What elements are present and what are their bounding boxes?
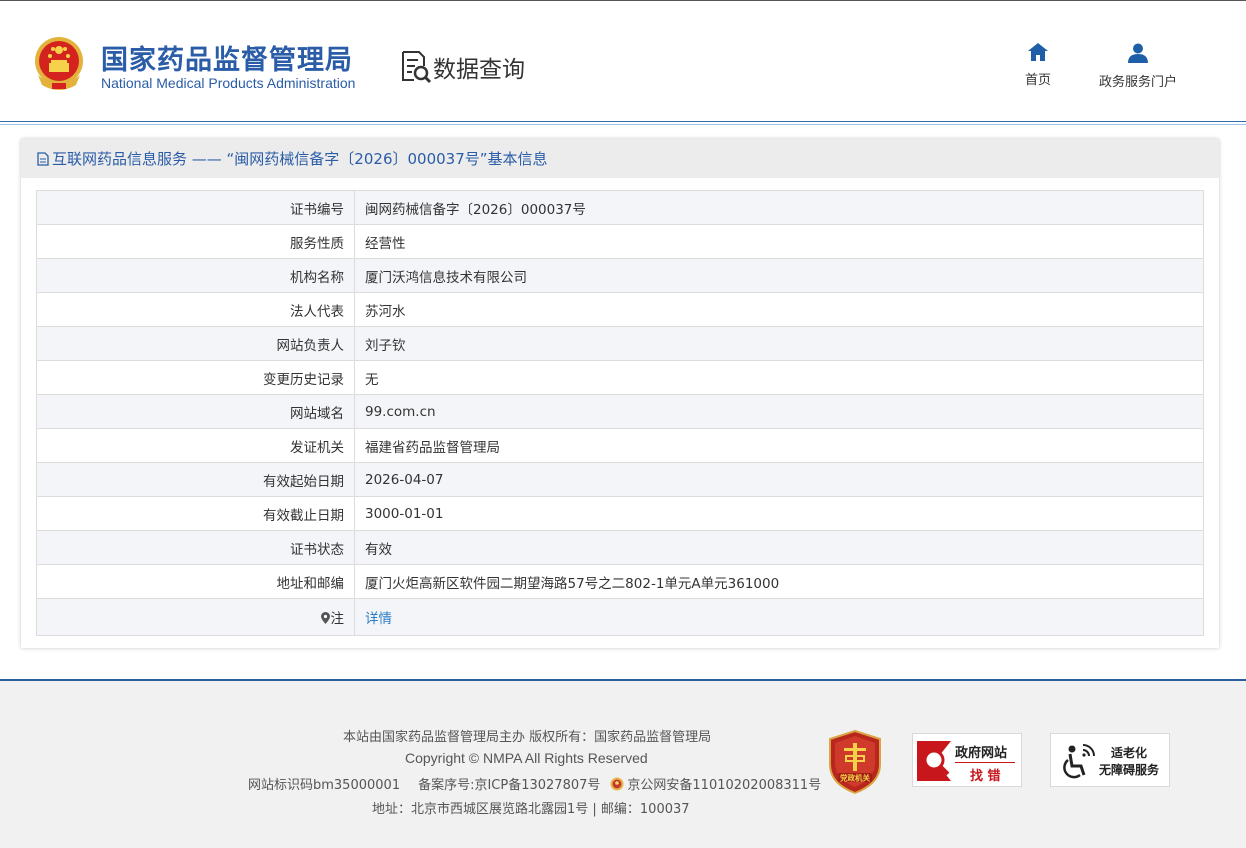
field-label: 发证机关 [36,428,355,463]
table-row: 证书编号 闽网药械信备字〔2026〕000037号 [36,190,1204,225]
party-badge-label: 党政机关 [840,773,870,783]
field-value: 厦门火炬高新区软件园二期望海路57号之二802-1单元A单元361000 [354,564,1204,599]
table-row: 有效截止日期 3000-01-01 [36,496,1204,531]
field-value: 苏河水 [354,292,1204,327]
field-value: 3000-01-01 [354,496,1204,531]
national-emblem-icon[interactable] [32,35,86,91]
find-error-label: 找 错 [970,769,1001,784]
field-value: 刘子钦 [354,326,1204,361]
table-row: 发证机关 福建省药品监督管理局 [36,428,1204,463]
field-label: 法人代表 [36,292,355,327]
field-value: 99.com.cn [354,394,1204,429]
nav-home[interactable]: 首页 [1018,43,1058,88]
party-government-badge[interactable]: 党政机关 [828,729,882,795]
card-title-bar: 互联网药品信息服务 —— “闽网药械信备字〔2026〕000037号”基本信息 [21,139,1219,178]
field-label: 变更历史记录 [36,360,355,395]
footer-registration-line: 网站标识码bm35000001 备案序号:京ICP备13027807号 京公网安备… [248,774,821,793]
table-row: 法人代表 苏河水 [36,292,1204,327]
table-row: 网站负责人 刘子钦 [36,326,1204,361]
home-icon [1028,43,1048,61]
field-value: 福建省药品监督管理局 [354,428,1204,463]
footer-sponsor-text: 本站由国家药品监督管理局主办 版权所有：国家药品监督管理局 [343,730,712,745]
license-info-table: 证书编号 闽网药械信备字〔2026〕000037号 服务性质 经营性 机构名称 厦门沃… [36,190,1204,636]
table-row: 机构名称 厦门沃鸿信息技术有限公司 [36,258,1204,293]
document-icon [37,151,49,166]
note-label: 注 [330,611,345,627]
field-label: 地址和邮编 [36,564,355,599]
nav-home-label: 首页 [1024,73,1051,88]
barrier-free-label: 无障碍服务 [1099,763,1160,777]
police-badge-icon [610,777,624,791]
field-label-note: 注 [36,598,355,636]
badge-red-rule [955,762,1015,763]
table-row: 服务性质 经营性 [36,224,1204,259]
map-pin-icon [320,612,330,624]
data-query-title: 数据查询 [433,57,525,83]
nav-gov-service-portal[interactable]: 政务服务门户 [1092,43,1184,90]
magnifier-error-icon [917,741,951,781]
field-label: 有效起始日期 [36,462,355,497]
brand-name-en[interactable]: National Medical Products Administration [101,75,355,91]
table-row: 变更历史记录无 [36,360,1204,395]
field-label: 机构名称 [36,258,355,293]
field-label: 网站域名 [36,394,355,429]
table-row-note: 注 详情 [36,598,1204,636]
field-value-note: 详情 [354,598,1204,636]
site-footer: 本站由国家药品监督管理局主办 版权所有：国家药品监督管理局 Copyright … [0,679,1246,848]
footer-police-link[interactable]: 京公网安备11010202008311号 [627,778,821,793]
accessibility-service-badge[interactable]: 适老化 无障碍服务 [1050,733,1170,787]
table-row: 有效起始日期 2026-04-07 [36,462,1204,497]
accessibility-icon [1063,744,1095,779]
table-row: 网站域名 99.com.cn [36,394,1204,429]
gov-site-error-report-badge[interactable]: 政府网站 找 错 [912,733,1022,787]
footer-copyright: Copyright © NMPA All Rights Reserved [405,750,648,766]
elder-friendly-label: 适老化 [1111,746,1148,760]
footer-site-id: 网站标识码bm35000001 [248,778,401,793]
field-value: 厦门沃鸿信息技术有限公司 [354,258,1204,293]
field-label: 服务性质 [36,224,355,259]
field-value: 有效 [354,530,1204,565]
table-row: 地址和邮编 厦门火炬高新区软件园二期望海路57号之二802-1单元A单元36100… [36,564,1204,599]
table-row: 证书状态 有效 [36,530,1204,565]
field-label: 证书编号 [36,190,355,225]
footer-icp-link[interactable]: 备案序号:京ICP备13027807号 [418,778,600,793]
footer-address: 地址：北京市西城区展览路北露园1号 | 邮编：100037 [372,802,690,817]
user-icon [1128,43,1148,63]
field-label: 网站负责人 [36,326,355,361]
data-query-section-title: 数据查询 [400,49,525,85]
details-link[interactable]: 详情 [365,611,392,627]
nav-gov-label: 政务服务门户 [1098,75,1177,90]
field-value: 2026-04-07 [354,462,1204,497]
brand-name-cn[interactable]: 国家药品监督管理局 [101,38,353,77]
field-value: 闽网药械信备字〔2026〕000037号 [354,190,1204,225]
field-label: 证书状态 [36,530,355,565]
party-government-badge-icon: 党政机关 [829,729,881,795]
field-value: 无 [354,360,1204,395]
card-title: 互联网药品信息服务 —— “闽网药械信备字〔2026〕000037号”基本信息 [52,150,548,168]
field-value: 经营性 [354,224,1204,259]
field-label: 有效截止日期 [36,496,355,531]
gov-site-label: 政府网站 [955,746,1008,761]
info-card: 互联网药品信息服务 —— “闽网药械信备字〔2026〕000037号”基本信息 … [21,139,1219,648]
site-header: 国家药品监督管理局 National Medical Products Admi… [0,1,1246,121]
document-search-icon [402,51,432,84]
header-divider [0,121,1246,125]
